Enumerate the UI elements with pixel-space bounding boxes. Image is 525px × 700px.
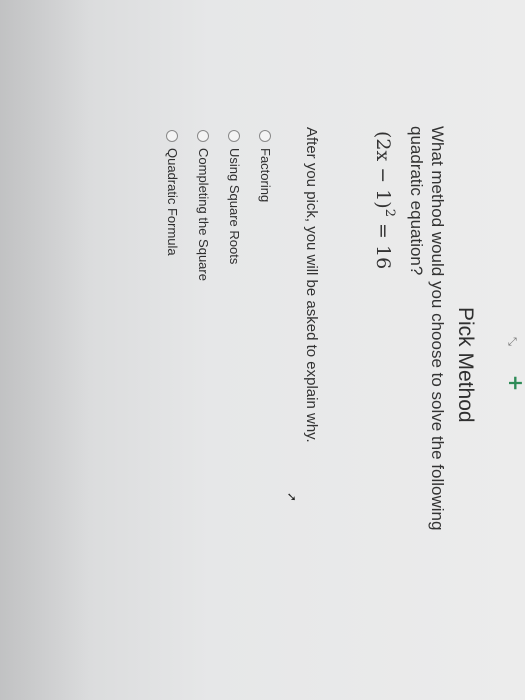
- option-completing-square[interactable]: Completing the Square: [188, 130, 219, 281]
- radio-button[interactable]: [228, 130, 241, 142]
- radio-button[interactable]: [166, 130, 179, 142]
- option-label: Quadratic Formula: [165, 148, 180, 256]
- equation-exponent: 2: [382, 208, 397, 217]
- option-label: Completing the Square: [196, 148, 211, 281]
- equation-base: (2x − 1): [372, 131, 394, 209]
- radio-button[interactable]: [259, 130, 272, 142]
- equation-rhs: = 16: [372, 223, 394, 270]
- option-square-roots[interactable]: Using Square Roots: [219, 130, 250, 281]
- option-quadratic-formula[interactable]: Quadratic Formula: [157, 130, 188, 281]
- instruction-text: After you pick, you will be asked to exp…: [303, 127, 320, 443]
- question-text: What method would you choose to solve th…: [407, 126, 447, 531]
- screen: ⤡ + Pick Method What method would you ch…: [0, 0, 525, 700]
- method-options: Factoring Using Square Roots Completing …: [157, 130, 281, 281]
- option-label: Using Square Roots: [227, 148, 242, 265]
- equation: (2x − 1)2 = 16: [372, 131, 397, 269]
- page-title: Pick Method: [454, 307, 477, 423]
- mouse-cursor-icon: ➚: [285, 492, 299, 503]
- radio-button[interactable]: [197, 130, 210, 142]
- option-label: Factoring: [258, 148, 273, 203]
- rotated-content: ⤡ + Pick Method What method would you ch…: [0, 0, 525, 700]
- option-factoring[interactable]: Factoring: [250, 130, 281, 281]
- question-panel: Pick Method What method would you choose…: [0, 0, 525, 700]
